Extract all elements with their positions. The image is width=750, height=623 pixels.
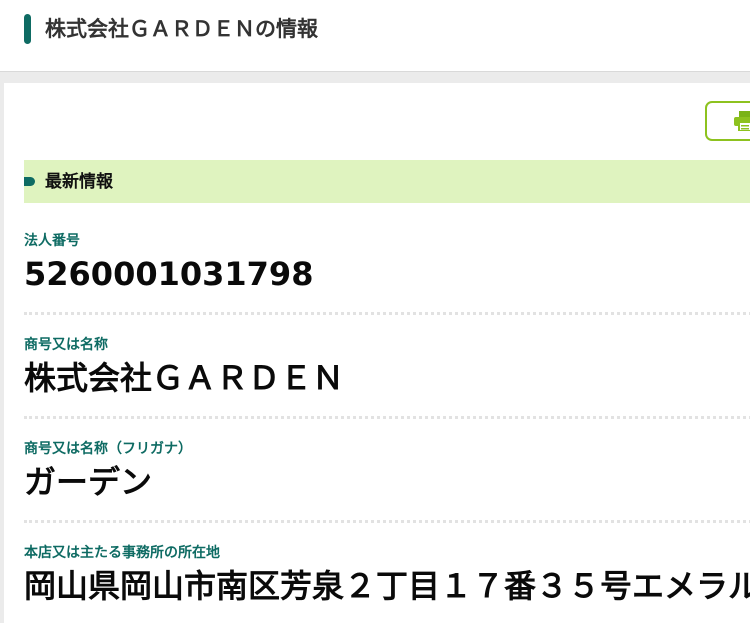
divider xyxy=(24,520,750,523)
printer-icon xyxy=(734,111,750,132)
field-value: 株式会社ＧＡＲＤＥＮ xyxy=(24,359,345,397)
print-button[interactable] xyxy=(705,101,750,141)
divider xyxy=(24,312,750,315)
field-label: 法人番号 xyxy=(24,233,80,249)
section-banner: 最新情報 xyxy=(24,160,750,203)
field-label: 本店又は主たる事務所の所在地 xyxy=(24,545,220,561)
section-title: 最新情報 xyxy=(45,172,113,192)
header-accent-bar xyxy=(24,14,31,44)
page-header: 株式会社ＧＡＲＤＥＮの情報 xyxy=(0,0,750,72)
field-label: 商号又は名称 xyxy=(24,337,108,353)
field-label: 商号又は名称（フリガナ） xyxy=(24,441,192,457)
banner-marker xyxy=(24,177,35,186)
field-value: ガーデン xyxy=(24,463,153,501)
page-title: 株式会社ＧＡＲＤＥＮの情報 xyxy=(45,17,318,41)
field-value: 岡山県岡山市南区芳泉２丁目１７番３５号エメラル xyxy=(24,567,750,605)
field-value: 5260001031798 xyxy=(24,255,314,293)
divider xyxy=(24,416,750,419)
